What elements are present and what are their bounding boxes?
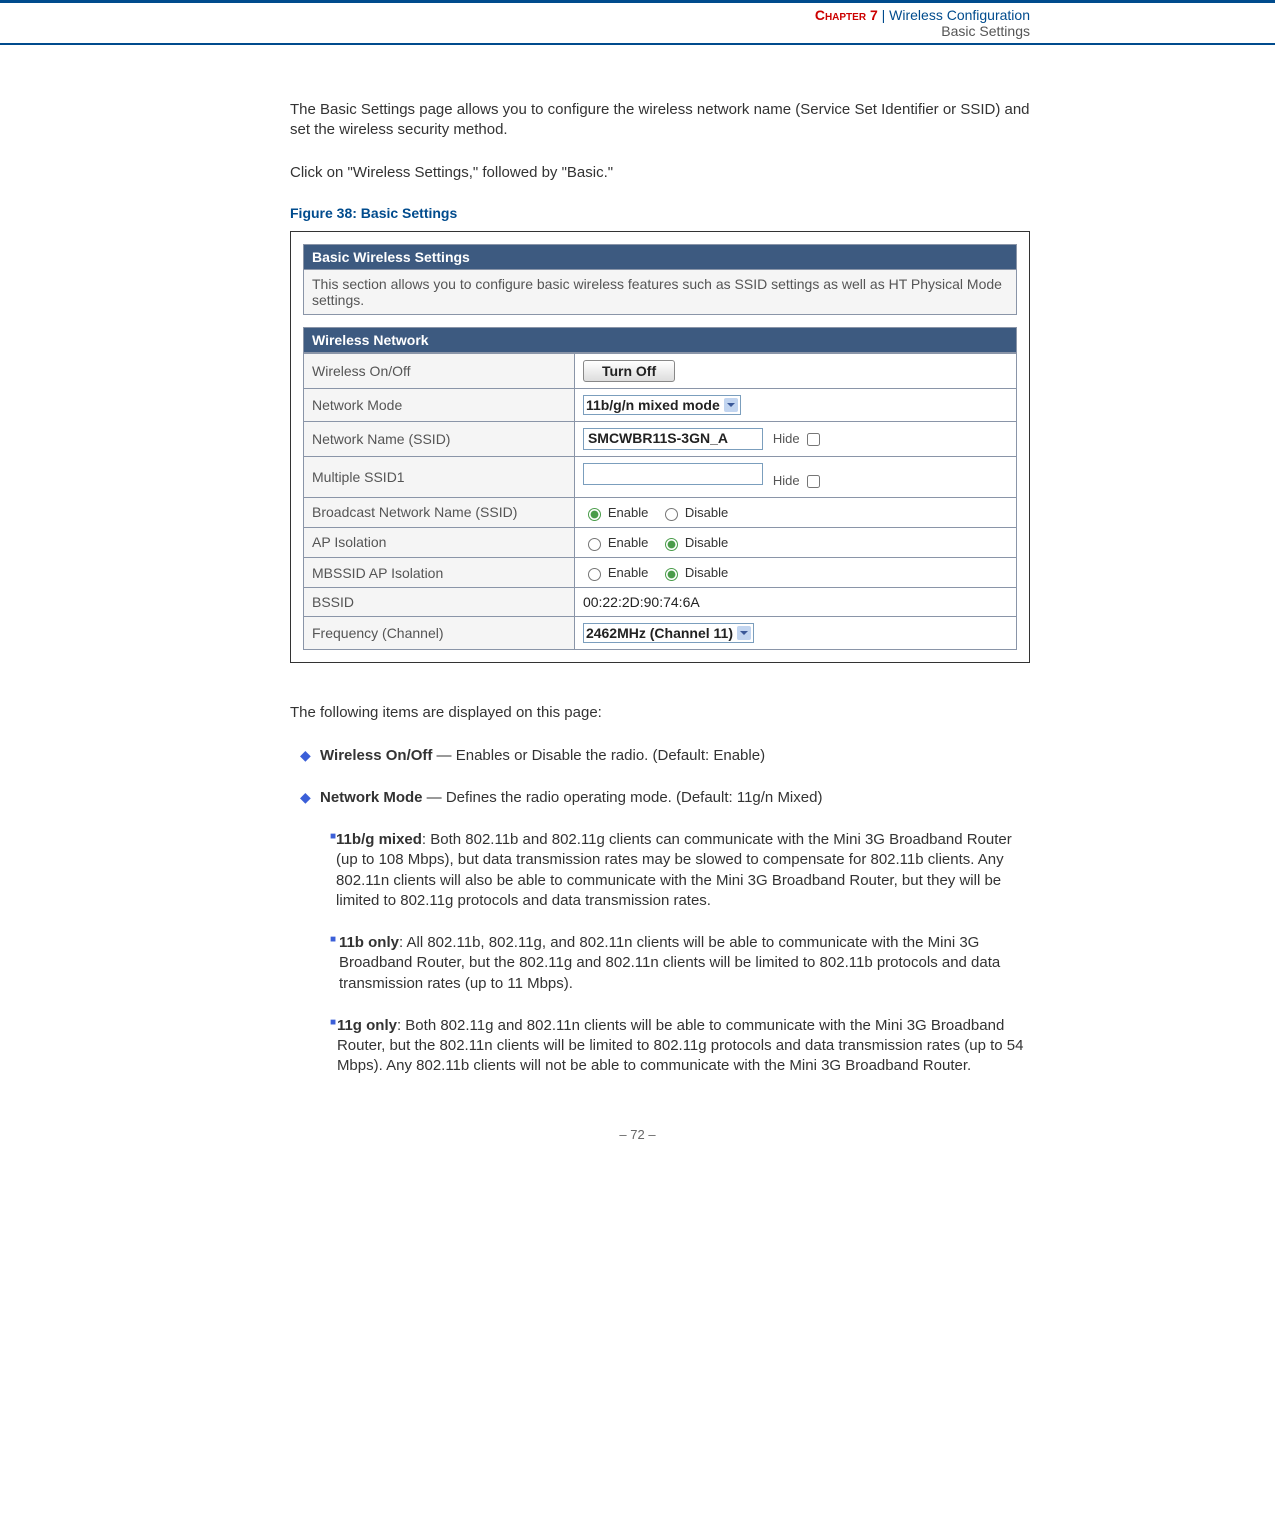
freq-value: 2462MHz (Channel 11) [586, 625, 733, 641]
page-header: Chapter 7 | Wireless Configuration Basic… [0, 0, 1275, 45]
enable-label: Enable [608, 505, 648, 520]
desc: : All 802.11b, 802.11g, and 802.11n clie… [339, 934, 1000, 992]
description-intro: The following items are displayed on thi… [290, 703, 1030, 723]
chevron-down-icon [724, 398, 738, 412]
disable-label: Disable [685, 565, 728, 580]
mbssid-enable-radio[interactable] [588, 568, 601, 581]
mbssid-cell: Enable Disable [574, 558, 1016, 588]
mbssid-label: MBSSID AP Isolation [304, 558, 575, 588]
desc: — Enables or Disable the radio. (Default… [432, 747, 765, 764]
broadcast-disable-radio[interactable] [665, 508, 678, 521]
panel-basic-desc: This section allows you to configure bas… [303, 270, 1017, 315]
table-row: Wireless On/Off Turn Off [304, 353, 1017, 388]
broadcast-cell: Enable Disable [574, 497, 1016, 527]
sub-bullet-list: ■ 11b/g mixed: Both 802.11b and 802.11g … [330, 830, 1030, 1077]
screenshot-panel: Basic Wireless Settings This section all… [290, 231, 1030, 664]
network-mode-value: 11b/g/n mixed mode [586, 397, 720, 413]
square-icon: ■ [330, 933, 339, 994]
mbssid-disable-radio[interactable] [665, 568, 678, 581]
table-row: Network Name (SSID) SMCWBR11S-3GN_A Hide [304, 421, 1017, 456]
ssid-label: Network Name (SSID) [304, 421, 575, 456]
list-item: ■ 11b/g mixed: Both 802.11b and 802.11g … [330, 830, 1030, 911]
list-item: ■ 11g only: Both 802.11g and 802.11n cli… [330, 1016, 1030, 1077]
term: 11b only [339, 934, 399, 951]
disable-label: Disable [685, 535, 728, 550]
list-item: ◆ Wireless On/Off — Enables or Disable t… [300, 746, 1030, 766]
panel-basic-title: Basic Wireless Settings [303, 244, 1017, 270]
table-row: Multiple SSID1 Hide [304, 456, 1017, 497]
main-content: The Basic Settings page allows you to co… [290, 100, 1030, 1077]
main-bullet-list: ◆ Wireless On/Off — Enables or Disable t… [300, 746, 1030, 809]
wireless-onoff-cell: Turn Off [574, 353, 1016, 388]
square-icon: ■ [330, 1016, 337, 1077]
term: Network Mode [320, 789, 423, 806]
separator: | [882, 7, 886, 23]
ap-isolation-disable-radio[interactable] [665, 538, 678, 551]
diamond-icon: ◆ [300, 788, 320, 808]
term: Wireless On/Off [320, 747, 432, 764]
disable-label: Disable [685, 505, 728, 520]
network-mode-select[interactable]: 11b/g/n mixed mode [583, 395, 741, 415]
term: 11g only [337, 1017, 397, 1034]
page-number: – 72 – [0, 1127, 1275, 1162]
ap-isolation-label: AP Isolation [304, 527, 575, 557]
section-title: Wireless Configuration [889, 7, 1030, 23]
desc: : Both 802.11b and 802.11g clients can c… [336, 831, 1012, 909]
bssid-value: 00:22:2D:90:74:6A [574, 588, 1016, 617]
network-mode-label: Network Mode [304, 388, 575, 421]
chapter-label: Chapter 7 [815, 7, 878, 23]
ap-isolation-cell: Enable Disable [574, 527, 1016, 557]
ssid-input[interactable]: SMCWBR11S-3GN_A [583, 428, 763, 450]
ap-isolation-enable-radio[interactable] [588, 538, 601, 551]
table-row: Network Mode 11b/g/n mixed mode [304, 388, 1017, 421]
ssid-cell: SMCWBR11S-3GN_A Hide [574, 421, 1016, 456]
intro-para-2: Click on "Wireless Settings," followed b… [290, 163, 1030, 183]
hide-label: Hide [773, 473, 800, 488]
multiple-ssid-cell: Hide [574, 456, 1016, 497]
desc: : Both 802.11g and 802.11n clients will … [337, 1017, 1024, 1075]
table-row: Frequency (Channel) 2462MHz (Channel 11) [304, 617, 1017, 650]
hide-label: Hide [773, 431, 800, 446]
diamond-icon: ◆ [300, 746, 320, 766]
network-mode-cell: 11b/g/n mixed mode [574, 388, 1016, 421]
intro-para-1: The Basic Settings page allows you to co… [290, 100, 1030, 141]
list-item: ◆ Network Mode — Defines the radio opera… [300, 788, 1030, 808]
enable-label: Enable [608, 535, 648, 550]
multiple-ssid-label: Multiple SSID1 [304, 456, 575, 497]
table-row: MBSSID AP Isolation Enable Disable [304, 558, 1017, 588]
multiple-ssid-input[interactable] [583, 463, 763, 485]
list-item: ■ 11b only: All 802.11b, 802.11g, and 80… [330, 933, 1030, 994]
bssid-label: BSSID [304, 588, 575, 617]
term: 11b/g mixed [336, 831, 422, 848]
table-row: AP Isolation Enable Disable [304, 527, 1017, 557]
freq-label: Frequency (Channel) [304, 617, 575, 650]
table-row: BSSID 00:22:2D:90:74:6A [304, 588, 1017, 617]
table-row: Broadcast Network Name (SSID) Enable Dis… [304, 497, 1017, 527]
subsection-title: Basic Settings [0, 23, 1030, 39]
enable-label: Enable [608, 565, 648, 580]
wireless-onoff-label: Wireless On/Off [304, 353, 575, 388]
panel-network-title: Wireless Network [303, 327, 1017, 353]
wireless-network-table: Wireless On/Off Turn Off Network Mode 11… [303, 353, 1017, 651]
broadcast-label: Broadcast Network Name (SSID) [304, 497, 575, 527]
chevron-down-icon [737, 626, 751, 640]
hide-multiple-ssid-checkbox[interactable] [807, 475, 820, 488]
freq-select[interactable]: 2462MHz (Channel 11) [583, 623, 754, 643]
freq-cell: 2462MHz (Channel 11) [574, 617, 1016, 650]
hide-ssid-checkbox[interactable] [807, 433, 820, 446]
broadcast-enable-radio[interactable] [588, 508, 601, 521]
desc: — Defines the radio operating mode. (Def… [423, 789, 823, 806]
turn-off-button[interactable]: Turn Off [583, 360, 675, 382]
figure-caption: Figure 38: Basic Settings [290, 205, 1030, 221]
